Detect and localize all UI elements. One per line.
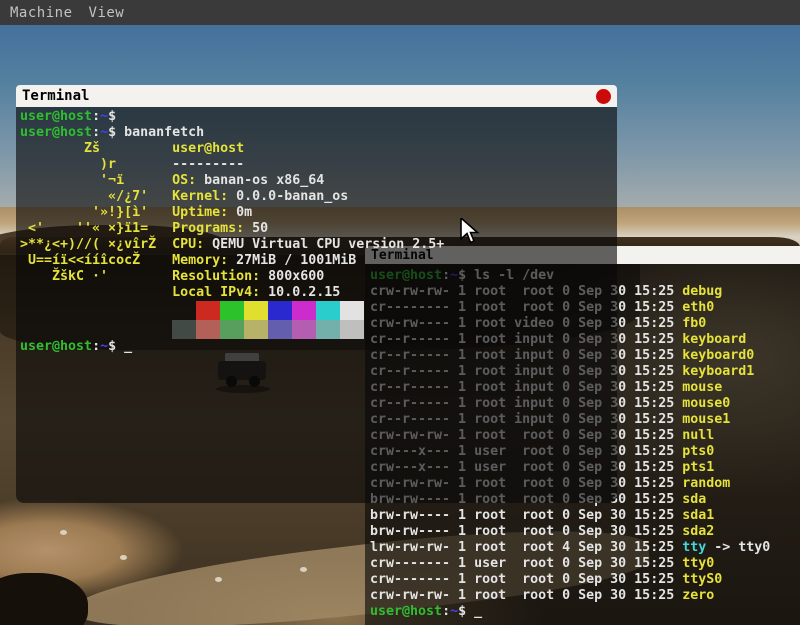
stone xyxy=(215,577,222,582)
color-palette-row2 xyxy=(172,320,617,339)
mouse-cursor-icon xyxy=(460,218,482,248)
color-palette-row1 xyxy=(172,301,617,320)
terminal1-output-bottom: user@host:~$ _ xyxy=(20,339,617,355)
stone xyxy=(60,530,67,535)
stone xyxy=(120,555,127,560)
stone xyxy=(300,567,307,572)
menu-item-view[interactable]: View xyxy=(89,5,125,21)
menu-item-machine[interactable]: Machine xyxy=(10,5,73,21)
vm-menubar: Machine View xyxy=(0,0,800,25)
terminal1-title: Terminal xyxy=(22,88,89,104)
close-button[interactable] xyxy=(596,89,611,104)
terminal1-output[interactable]: user@host:~$ user@host:~$ bananfetch Zš … xyxy=(16,107,617,503)
terminal1-titlebar[interactable]: Terminal xyxy=(16,85,617,107)
terminal1-output-top: user@host:~$ user@host:~$ bananfetch Zš … xyxy=(20,109,617,301)
terminal-window-bananfetch[interactable]: Terminal user@host:~$ user@host:~$ banan… xyxy=(16,85,617,503)
